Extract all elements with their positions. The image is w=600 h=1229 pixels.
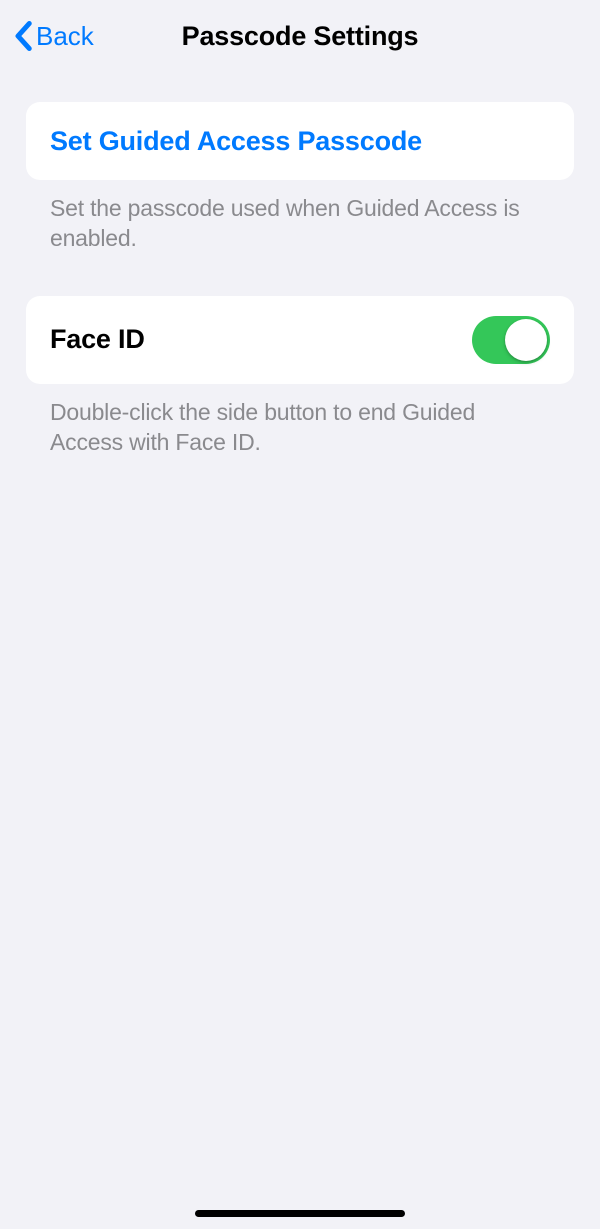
chevron-left-icon bbox=[12, 21, 34, 51]
home-indicator[interactable] bbox=[195, 1210, 405, 1217]
face-id-label: Face ID bbox=[50, 324, 145, 355]
back-label: Back bbox=[36, 21, 94, 52]
face-id-toggle[interactable] bbox=[472, 316, 550, 364]
face-id-group: Face ID bbox=[26, 296, 574, 384]
face-id-footer: Double-click the side button to end Guid… bbox=[26, 384, 574, 458]
set-passcode-cell[interactable]: Set Guided Access Passcode bbox=[26, 102, 574, 180]
navigation-bar: Back Passcode Settings bbox=[0, 0, 600, 72]
back-button[interactable]: Back bbox=[12, 21, 94, 52]
set-passcode-label: Set Guided Access Passcode bbox=[50, 126, 422, 157]
face-id-cell: Face ID bbox=[26, 296, 574, 384]
set-passcode-footer: Set the passcode used when Guided Access… bbox=[26, 180, 574, 254]
content: Set Guided Access Passcode Set the passc… bbox=[0, 72, 600, 458]
set-passcode-group: Set Guided Access Passcode bbox=[26, 102, 574, 180]
toggle-knob bbox=[505, 319, 547, 361]
